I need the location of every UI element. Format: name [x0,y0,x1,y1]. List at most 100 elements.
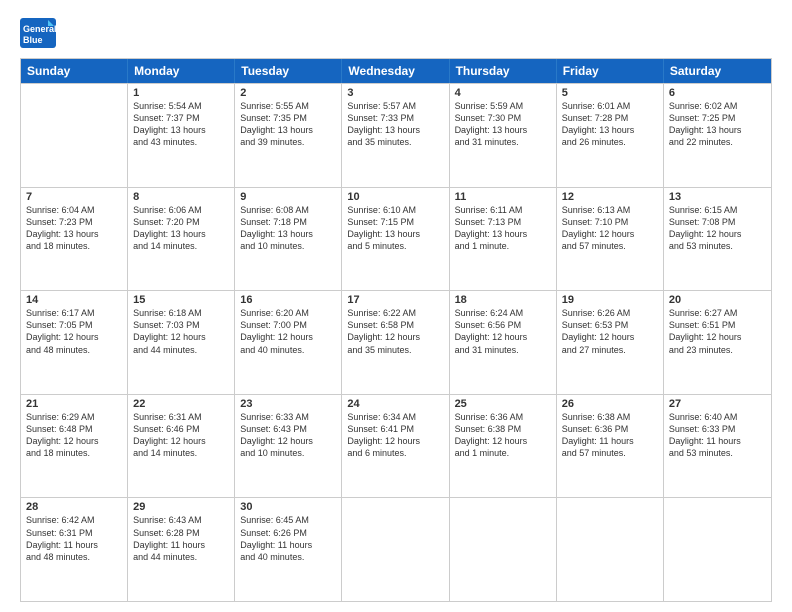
day-info-line: and 53 minutes. [669,447,766,459]
calendar-cell: 26Sunrise: 6:38 AMSunset: 6:36 PMDayligh… [557,395,664,498]
day-info-line: and 5 minutes. [347,240,443,252]
day-info-line: Daylight: 11 hours [669,435,766,447]
day-info-line: Sunset: 6:36 PM [562,423,658,435]
day-number: 6 [669,87,766,99]
day-info-line: Daylight: 12 hours [562,331,658,343]
day-number: 11 [455,191,551,203]
day-info-line: Daylight: 13 hours [562,124,658,136]
day-info-line: Daylight: 11 hours [562,435,658,447]
calendar-cell: 6Sunrise: 6:02 AMSunset: 7:25 PMDaylight… [664,84,771,187]
day-number: 16 [240,294,336,306]
day-info-line: Sunrise: 6:22 AM [347,307,443,319]
day-number: 19 [562,294,658,306]
day-info-line: and 39 minutes. [240,136,336,148]
calendar-cell: 18Sunrise: 6:24 AMSunset: 6:56 PMDayligh… [450,291,557,394]
calendar-cell [342,498,449,601]
day-info-line: Sunset: 7:08 PM [669,216,766,228]
day-info-line: Sunrise: 6:40 AM [669,411,766,423]
calendar-cell [557,498,664,601]
day-info-line: Sunset: 6:56 PM [455,319,551,331]
day-info-line: and 35 minutes. [347,136,443,148]
day-number: 18 [455,294,551,306]
day-number: 5 [562,87,658,99]
day-info-line: Daylight: 13 hours [133,124,229,136]
day-info-line: and 31 minutes. [455,344,551,356]
day-info-line: Daylight: 11 hours [26,539,122,551]
day-info-line: Sunset: 6:53 PM [562,319,658,331]
day-number: 24 [347,398,443,410]
day-number: 4 [455,87,551,99]
day-number: 10 [347,191,443,203]
day-info-line: Sunset: 7:13 PM [455,216,551,228]
day-info-line: Sunrise: 6:34 AM [347,411,443,423]
calendar-cell [664,498,771,601]
calendar-cell: 17Sunrise: 6:22 AMSunset: 6:58 PMDayligh… [342,291,449,394]
day-info-line: Sunset: 7:33 PM [347,112,443,124]
weekday-header-monday: Monday [128,59,235,83]
day-info-line: Sunrise: 5:55 AM [240,100,336,112]
day-number: 15 [133,294,229,306]
calendar-cell: 4Sunrise: 5:59 AMSunset: 7:30 PMDaylight… [450,84,557,187]
day-number: 23 [240,398,336,410]
calendar-cell: 23Sunrise: 6:33 AMSunset: 6:43 PMDayligh… [235,395,342,498]
day-info-line: Sunset: 7:37 PM [133,112,229,124]
calendar: SundayMondayTuesdayWednesdayThursdayFrid… [20,58,772,602]
day-number: 3 [347,87,443,99]
day-info-line: Sunset: 6:51 PM [669,319,766,331]
day-number: 28 [26,501,122,513]
calendar-cell: 16Sunrise: 6:20 AMSunset: 7:00 PMDayligh… [235,291,342,394]
day-info-line: Sunrise: 6:02 AM [669,100,766,112]
calendar-cell: 11Sunrise: 6:11 AMSunset: 7:13 PMDayligh… [450,188,557,291]
day-number: 22 [133,398,229,410]
calendar-cell: 8Sunrise: 6:06 AMSunset: 7:20 PMDaylight… [128,188,235,291]
calendar-cell: 25Sunrise: 6:36 AMSunset: 6:38 PMDayligh… [450,395,557,498]
calendar-cell: 24Sunrise: 6:34 AMSunset: 6:41 PMDayligh… [342,395,449,498]
calendar-cell [450,498,557,601]
day-info-line: Sunrise: 6:26 AM [562,307,658,319]
day-info-line: Sunset: 7:23 PM [26,216,122,228]
day-info-line: Sunrise: 6:24 AM [455,307,551,319]
day-info-line: and 40 minutes. [240,551,336,563]
calendar-row-5: 28Sunrise: 6:42 AMSunset: 6:31 PMDayligh… [21,497,771,601]
day-info-line: Sunrise: 6:17 AM [26,307,122,319]
logo-icon: General Blue [20,18,56,48]
calendar-cell: 13Sunrise: 6:15 AMSunset: 7:08 PMDayligh… [664,188,771,291]
calendar-body: 1Sunrise: 5:54 AMSunset: 7:37 PMDaylight… [21,83,771,601]
calendar-cell: 21Sunrise: 6:29 AMSunset: 6:48 PMDayligh… [21,395,128,498]
day-info-line: Sunset: 6:43 PM [240,423,336,435]
logo: General Blue [20,18,56,48]
day-info-line: and 57 minutes. [562,240,658,252]
day-info-line: Sunset: 7:05 PM [26,319,122,331]
day-info-line: Sunrise: 6:43 AM [133,514,229,526]
day-info-line: Sunset: 6:28 PM [133,527,229,539]
day-info-line: Daylight: 13 hours [240,124,336,136]
day-info-line: and 35 minutes. [347,344,443,356]
day-info-line: and 10 minutes. [240,447,336,459]
day-info-line: Daylight: 13 hours [133,228,229,240]
day-number: 27 [669,398,766,410]
day-info-line: Daylight: 13 hours [669,124,766,136]
day-info-line: and 48 minutes. [26,344,122,356]
day-info-line: Daylight: 13 hours [455,228,551,240]
calendar-cell [21,84,128,187]
day-info-line: Daylight: 12 hours [26,331,122,343]
day-info-line: Daylight: 12 hours [240,331,336,343]
day-info-line: Daylight: 13 hours [26,228,122,240]
weekday-header-saturday: Saturday [664,59,771,83]
day-info-line: and 18 minutes. [26,447,122,459]
day-info-line: Daylight: 13 hours [240,228,336,240]
day-info-line: Sunrise: 6:15 AM [669,204,766,216]
day-info-line: Daylight: 11 hours [133,539,229,551]
calendar-cell: 22Sunrise: 6:31 AMSunset: 6:46 PMDayligh… [128,395,235,498]
day-number: 14 [26,294,122,306]
day-number: 30 [240,501,336,513]
day-info-line: Sunrise: 6:36 AM [455,411,551,423]
day-info-line: Daylight: 12 hours [133,435,229,447]
day-number: 20 [669,294,766,306]
calendar-row-2: 7Sunrise: 6:04 AMSunset: 7:23 PMDaylight… [21,187,771,291]
page: General Blue SundayMondayTuesdayWednesda… [0,0,792,612]
day-info-line: Daylight: 12 hours [455,435,551,447]
day-info-line: Sunset: 7:03 PM [133,319,229,331]
day-info-line: Daylight: 13 hours [455,124,551,136]
day-info-line: Sunrise: 6:10 AM [347,204,443,216]
